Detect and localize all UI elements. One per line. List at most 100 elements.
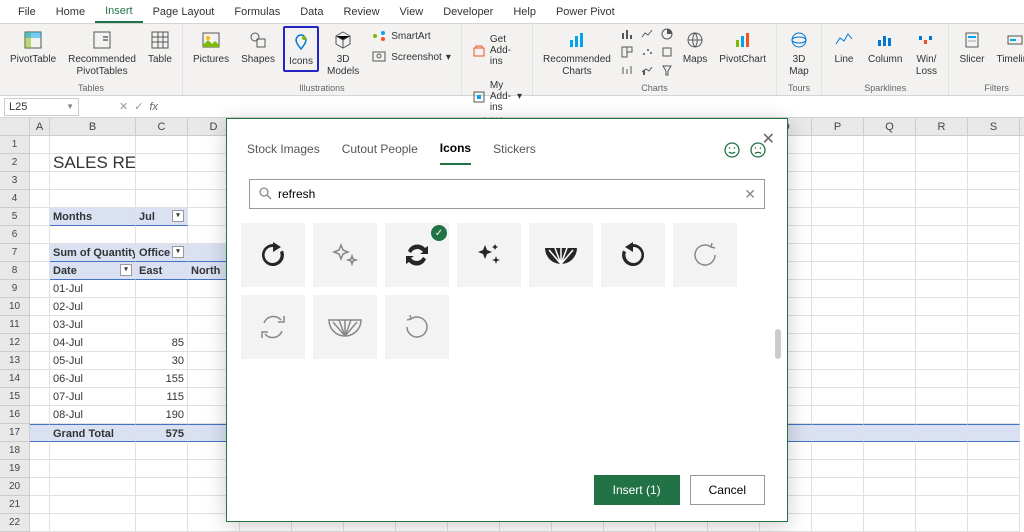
pivotchart-button[interactable]: PivotChart — [715, 26, 770, 68]
cell[interactable] — [30, 514, 50, 532]
cell[interactable]: Office▾ — [136, 244, 188, 262]
row-header[interactable]: 14 — [0, 370, 30, 388]
cancel-formula-icon[interactable]: ✕ — [119, 100, 128, 113]
cell[interactable] — [812, 280, 864, 298]
cell[interactable] — [968, 154, 1020, 172]
cell[interactable] — [30, 316, 50, 334]
cell[interactable] — [864, 442, 916, 460]
cell[interactable] — [812, 496, 864, 514]
cell[interactable] — [50, 460, 136, 478]
cell[interactable] — [968, 460, 1020, 478]
cell[interactable] — [968, 190, 1020, 208]
name-box[interactable]: L25▼ — [4, 98, 79, 116]
cell[interactable] — [916, 154, 968, 172]
cell[interactable] — [812, 208, 864, 226]
tab-cutout-people[interactable]: Cutout People — [342, 138, 418, 164]
formulas-tab[interactable]: Formulas — [224, 2, 290, 22]
cell[interactable] — [968, 298, 1020, 316]
cell[interactable] — [812, 226, 864, 244]
cell[interactable] — [968, 280, 1020, 298]
table-button[interactable]: Table — [144, 26, 176, 68]
cell[interactable]: Jul▾ — [136, 208, 188, 226]
cell[interactable] — [968, 370, 1020, 388]
cell[interactable] — [968, 424, 1020, 442]
timeline-button[interactable]: Timeline — [992, 26, 1024, 68]
cell[interactable] — [968, 244, 1020, 262]
cell[interactable] — [812, 478, 864, 496]
cell[interactable] — [136, 298, 188, 316]
row-header[interactable]: 16 — [0, 406, 30, 424]
cell[interactable] — [968, 442, 1020, 460]
cell[interactable] — [864, 424, 916, 442]
cell[interactable]: 06-Jul — [50, 370, 136, 388]
cell[interactable] — [812, 262, 864, 280]
icon-result-fan-outline[interactable] — [313, 295, 377, 359]
spark-column-button[interactable]: Column — [864, 26, 906, 68]
icon-result-sparkles-solid[interactable] — [457, 223, 521, 287]
cell[interactable] — [968, 496, 1020, 514]
cell[interactable]: 02-Jul — [50, 298, 136, 316]
tab-stock-images[interactable]: Stock Images — [247, 138, 320, 164]
cell[interactable] — [136, 496, 188, 514]
cell[interactable] — [864, 496, 916, 514]
cell[interactable] — [50, 514, 136, 532]
cell[interactable] — [916, 496, 968, 514]
file-tab[interactable]: File — [8, 2, 46, 22]
cell[interactable] — [50, 478, 136, 496]
cell[interactable]: 85 — [136, 334, 188, 352]
surface-icon[interactable] — [659, 44, 675, 60]
cell[interactable] — [916, 226, 968, 244]
icon-result-sparkles-outline[interactable] — [313, 223, 377, 287]
cell[interactable] — [50, 136, 136, 154]
icon-result-cw-thin[interactable] — [385, 295, 449, 359]
cell[interactable]: 30 — [136, 352, 188, 370]
pivottable-button[interactable]: PivotTable — [6, 26, 60, 68]
col-c[interactable]: C — [136, 118, 188, 135]
row-header[interactable]: 18 — [0, 442, 30, 460]
row-header[interactable]: 1 — [0, 136, 30, 154]
cell[interactable] — [30, 244, 50, 262]
stock-icon[interactable] — [619, 62, 635, 78]
col-b[interactable]: B — [50, 118, 136, 135]
row-header[interactable]: 20 — [0, 478, 30, 496]
cell[interactable]: 08-Jul — [50, 406, 136, 424]
screenshot-button[interactable]: Screenshot ▾ — [367, 47, 455, 67]
cell[interactable]: Grand Total — [50, 424, 136, 442]
fx-icon[interactable]: fx — [149, 101, 158, 113]
cell[interactable] — [30, 226, 50, 244]
close-icon[interactable]: ✕ — [762, 129, 775, 149]
cell[interactable] — [864, 280, 916, 298]
cell[interactable] — [916, 406, 968, 424]
funnel-icon[interactable] — [659, 62, 675, 78]
cell[interactable]: 04-Jul — [50, 334, 136, 352]
slicer-button[interactable]: Slicer — [955, 26, 988, 68]
row-header[interactable]: 22 — [0, 514, 30, 532]
cell[interactable] — [864, 352, 916, 370]
cell[interactable] — [916, 316, 968, 334]
home-tab[interactable]: Home — [46, 2, 95, 22]
cell[interactable] — [30, 298, 50, 316]
cell[interactable] — [136, 478, 188, 496]
cell[interactable] — [968, 388, 1020, 406]
cell[interactable] — [916, 244, 968, 262]
cell[interactable] — [916, 136, 968, 154]
cell[interactable] — [50, 442, 136, 460]
row-header[interactable]: 6 — [0, 226, 30, 244]
cell[interactable] — [916, 172, 968, 190]
row-header[interactable]: 11 — [0, 316, 30, 334]
3d-map-button[interactable]: 3D Map — [783, 26, 815, 80]
cell[interactable]: 03-Jul — [50, 316, 136, 334]
cell[interactable] — [136, 226, 188, 244]
cell[interactable] — [812, 352, 864, 370]
cell[interactable] — [136, 136, 188, 154]
cell[interactable] — [864, 298, 916, 316]
shapes-button[interactable]: Shapes — [237, 26, 279, 68]
cell[interactable] — [30, 406, 50, 424]
cell[interactable]: 575 — [136, 424, 188, 442]
enter-formula-icon[interactable]: ✓ — [134, 100, 143, 113]
cell[interactable] — [864, 334, 916, 352]
view-tab[interactable]: View — [390, 2, 434, 22]
col-a[interactable]: A — [30, 118, 50, 135]
cell[interactable] — [916, 424, 968, 442]
cell[interactable] — [864, 226, 916, 244]
